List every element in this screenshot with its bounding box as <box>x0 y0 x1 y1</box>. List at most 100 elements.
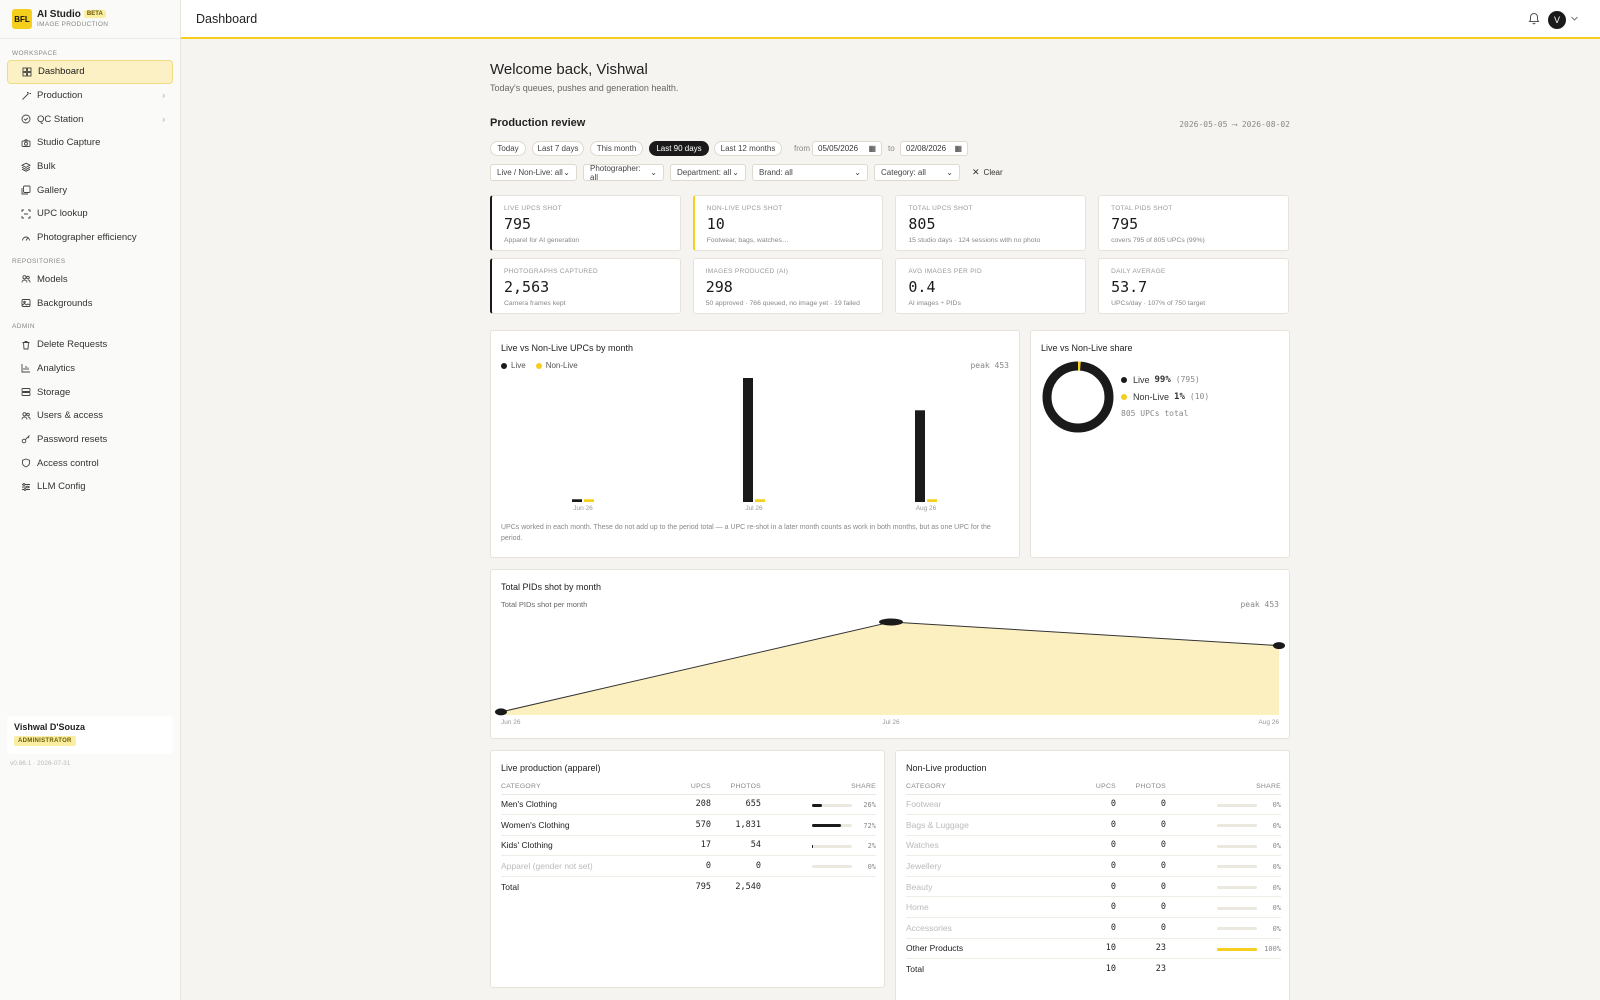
brand-filter-select[interactable]: Brand: all ⌄ <box>752 164 868 181</box>
table-row: Watches 0 0 0% <box>906 835 1281 857</box>
sidebar-item-label: Gallery <box>37 184 68 196</box>
sidebar-item-label: Backgrounds <box>37 297 93 309</box>
photos-cell: 0 <box>1116 855 1166 877</box>
topbar: Dashboard V <box>181 0 1600 39</box>
legend-dot-live <box>501 362 507 369</box>
share-bar <box>1217 906 1257 910</box>
sidebar-item-models[interactable]: Models <box>7 268 173 292</box>
live-production-table: CATEGORY UPCS PHOTOS SHARE Men's Clothin… <box>501 779 876 897</box>
brand[interactable]: BFL AI Studio BETA IMAGE PRODUCTION <box>0 0 180 39</box>
sidebar-item-label: QC Station <box>37 113 84 125</box>
donut-slice-live[interactable] <box>1042 361 1114 433</box>
sidebar-item-analytics[interactable]: Analytics <box>7 357 173 381</box>
from-date-input[interactable]: 05/05/2026 ▦ <box>812 141 882 156</box>
department-filter-select[interactable]: Department: all ⌄ <box>670 164 746 181</box>
sidebar-item-label: Models <box>37 273 68 285</box>
sidebar-item-access-control[interactable]: Access control <box>7 451 173 475</box>
bar-live-jun-26[interactable] <box>572 499 582 502</box>
x-tick-label: Aug 26 <box>1258 719 1279 726</box>
table-row: Beauty 0 0 0% <box>906 876 1281 898</box>
stat-card-total-upcs-shot: TOTAL UPCS SHOT 805 15 studio days · 124… <box>895 195 1086 251</box>
area-point[interactable] <box>1273 642 1285 650</box>
user-card[interactable]: Vishwal D'Souza ADMINISTRATOR <box>7 716 173 754</box>
legend-dot-live <box>1121 376 1127 383</box>
total-upcs: 795 <box>695 881 711 892</box>
share-bar-fill <box>812 824 841 828</box>
category-cell: Men's Clothing <box>501 794 656 816</box>
stat-label: DAILY AVERAGE <box>1111 268 1166 275</box>
stat-subtext: Apparel for AI generation <box>504 237 580 244</box>
range-pill-90days[interactable]: Last 90 days <box>649 141 709 156</box>
user-role-badge: ADMINISTRATOR <box>14 736 76 746</box>
bell-icon[interactable] <box>1528 12 1540 25</box>
area-fill <box>501 622 1279 715</box>
stat-value: 298 <box>705 278 733 296</box>
sidebar-item-dashboard[interactable]: Dashboard <box>7 60 173 84</box>
range-pill-12months[interactable]: Last 12 months <box>714 141 782 156</box>
sidebar-item-bulk[interactable]: Bulk <box>7 155 173 179</box>
stat-subtext: 50 approved · 766 queued, no image yet ·… <box>705 300 860 307</box>
calendar-icon: ▦ <box>954 144 962 153</box>
sliders-icon <box>22 482 30 491</box>
upcs-cell: 17 <box>656 835 711 857</box>
bar-live-aug-26[interactable] <box>915 410 925 502</box>
sidebar-item-llm-config[interactable]: LLM Config <box>7 475 173 499</box>
from-label: from <box>794 144 810 153</box>
image-icon <box>21 299 31 307</box>
bar-non-live-jun-26[interactable] <box>584 499 594 502</box>
gallery-icon <box>21 185 31 195</box>
sidebar-item-upc-lookup[interactable]: UPC lookup <box>7 202 173 226</box>
share-cell: 0% <box>1166 917 1281 939</box>
stat-subtext: Footwear, bags, watches… <box>706 237 789 244</box>
range-pill-month[interactable]: This month <box>590 141 643 156</box>
area-point[interactable] <box>879 618 903 626</box>
table-row: Men's Clothing 208 655 26% <box>501 794 876 816</box>
live-table-title: Live production (apparel) <box>501 763 601 773</box>
sidebar-item-backgrounds[interactable]: Backgrounds <box>7 291 173 315</box>
area-chart-title: Total PIDs shot by month <box>501 582 602 592</box>
bar-live-jul-26[interactable] <box>743 378 753 502</box>
x-tick-label: Aug 26 <box>916 505 937 512</box>
chevron-down-icon[interactable] <box>1570 14 1579 23</box>
sidebar-item-storage[interactable]: Storage <box>7 380 173 404</box>
to-date-input[interactable]: 02/08/2026 ▦ <box>900 141 968 156</box>
category-filter-select[interactable]: Category: all ⌄ <box>874 164 960 181</box>
upcs-cell: 0 <box>1061 814 1116 836</box>
chevron-down-icon: ⌄ <box>650 168 657 177</box>
sidebar-item-gallery[interactable]: Gallery <box>7 178 173 202</box>
x-tick-label: Jun 26 <box>501 719 521 726</box>
bar-non-live-jul-26[interactable] <box>755 499 765 502</box>
photographer-filter-select[interactable]: Photographer: all ⌄ <box>583 164 664 182</box>
sidebar-item-studio-capture[interactable]: Studio Capture <box>7 131 173 155</box>
live-filter-select[interactable]: Live / Non-Live: all ⌄ <box>490 164 577 181</box>
bar-non-live-aug-26[interactable] <box>927 499 937 502</box>
sidebar-item-qc-station[interactable]: QC Station › <box>7 107 173 131</box>
sidebar-item-delete-requests[interactable]: Delete Requests <box>7 333 173 357</box>
share-cell: 0% <box>1166 876 1281 898</box>
area-point[interactable] <box>495 708 507 716</box>
sidebar-item-photographer-efficiency[interactable]: Photographer efficiency <box>7 226 173 250</box>
stat-subtext: UPCs/day · 107% of 750 target <box>1111 300 1206 307</box>
nonlive-production-card: Non-Live production CATEGORY UPCS PHOTOS… <box>895 750 1290 1000</box>
stat-card-images-produced-ai: IMAGES PRODUCED (AI) 298 50 approved · 7… <box>692 258 884 314</box>
range-pill-today[interactable]: Today <box>490 141 526 156</box>
clear-filters-button[interactable]: ✕ Clear <box>972 164 1003 181</box>
sidebar-item-users-access[interactable]: Users & access <box>7 404 173 428</box>
chevron-down-icon: ⌄ <box>854 168 861 177</box>
sidebar-item-production[interactable]: Production › <box>7 84 173 108</box>
col-header-upcs: UPCS <box>1061 779 1116 795</box>
close-icon: ✕ <box>972 167 980 177</box>
share-bar <box>1217 803 1257 807</box>
photos-cell: 54 <box>711 835 761 857</box>
page-title: Dashboard <box>196 12 258 26</box>
avatar[interactable]: V <box>1548 11 1566 29</box>
stat-label: TOTAL UPCS SHOT <box>908 205 973 212</box>
sidebar-item-label: Storage <box>37 386 71 398</box>
upcs-cell: 570 <box>656 814 711 836</box>
sidebar-item-password-resets[interactable]: Password resets <box>7 428 173 452</box>
stat-label: PHOTOGRAPHS CAPTURED <box>504 268 599 275</box>
range-pill-7days[interactable]: Last 7 days <box>532 141 584 156</box>
share-bar <box>1217 865 1257 869</box>
sidebar-item-label: Studio Capture <box>37 137 101 149</box>
table-row: Kids' Clothing 17 54 2% <box>501 835 876 857</box>
